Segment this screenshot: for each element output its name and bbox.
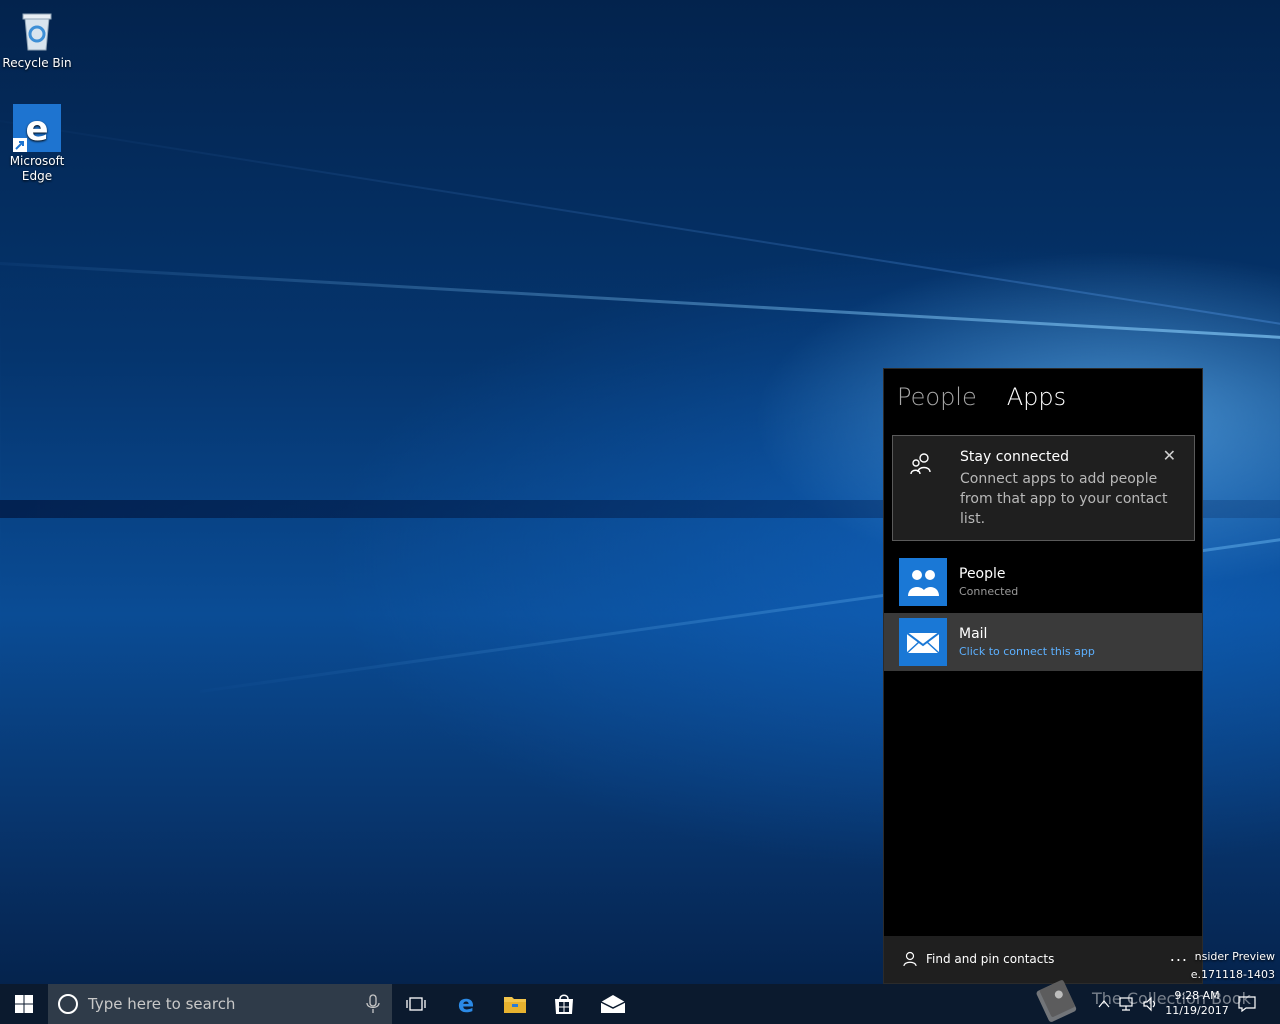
notice-body: Connect apps to add people from that app… bbox=[960, 471, 1168, 527]
wallpaper-beam bbox=[0, 262, 1280, 341]
desktop-icon-label: Microsoft Edge bbox=[9, 154, 65, 183]
wallpaper-beam bbox=[0, 120, 1280, 326]
taskbar-search-box[interactable]: Type here to search bbox=[48, 984, 392, 1024]
task-view-button[interactable] bbox=[392, 984, 440, 1024]
recycle-bin-icon bbox=[13, 6, 61, 54]
microphone-icon[interactable] bbox=[366, 994, 380, 1014]
stay-connected-notice: Stay connected Connect apps to add peopl… bbox=[892, 435, 1195, 541]
app-row-people[interactable]: People Connected bbox=[884, 553, 1202, 611]
people-app-icon bbox=[899, 558, 947, 606]
folder-icon bbox=[504, 997, 526, 1013]
app-status: Connected bbox=[959, 585, 1019, 598]
svg-text:e: e bbox=[458, 992, 474, 1016]
start-button[interactable] bbox=[0, 984, 48, 1024]
notice-title: Stay connected bbox=[960, 449, 1069, 465]
cortana-icon bbox=[58, 994, 78, 1014]
app-row-mail[interactable]: Mail Click to connect this app bbox=[884, 613, 1202, 671]
store-icon bbox=[555, 994, 573, 1014]
svg-text:e: e bbox=[25, 109, 48, 149]
tab-people[interactable]: People bbox=[897, 383, 977, 411]
mail-app-icon bbox=[899, 618, 947, 666]
notifications-icon[interactable] bbox=[1238, 996, 1256, 1013]
people-flyout: People Apps Stay connected Connect apps … bbox=[883, 368, 1203, 984]
taskbar-store-button[interactable] bbox=[540, 984, 588, 1024]
desktop-icon-label: Recycle Bin bbox=[2, 56, 72, 70]
app-name: People bbox=[959, 566, 1006, 582]
taskbar-file-explorer-button[interactable] bbox=[491, 984, 539, 1024]
volume-icon[interactable] bbox=[1142, 996, 1158, 1012]
more-options-button[interactable]: ... bbox=[1170, 946, 1188, 965]
build-watermark-line2: e.171118-1403 bbox=[1190, 968, 1275, 981]
taskbar-clock[interactable]: 9:28 AM 11/19/2017 bbox=[1162, 988, 1232, 1018]
find-and-pin-contacts-button[interactable]: Find and pin contacts bbox=[926, 952, 1054, 966]
clock-time: 9:28 AM bbox=[1174, 989, 1220, 1002]
build-watermark-line1: nsider Preview bbox=[1194, 950, 1275, 963]
task-view-icon bbox=[406, 997, 426, 1011]
desktop-icon-microsoft-edge[interactable]: e Microsoft Edge bbox=[1, 104, 73, 184]
show-hidden-icons-chevron-icon[interactable] bbox=[1096, 996, 1112, 1012]
app-name: Mail bbox=[959, 626, 988, 642]
app-connect-link[interactable]: Click to connect this app bbox=[959, 645, 1095, 658]
flyout-tabs: People Apps bbox=[897, 383, 1066, 411]
person-icon bbox=[902, 951, 918, 967]
taskbar-edge-button[interactable]: e bbox=[442, 984, 490, 1024]
taskbar: Type here to search e The Collection Boo… bbox=[0, 980, 1280, 1024]
network-icon[interactable] bbox=[1118, 996, 1134, 1012]
clock-date: 11/19/2017 bbox=[1165, 1004, 1229, 1017]
search-placeholder: Type here to search bbox=[88, 995, 236, 1013]
tab-apps[interactable]: Apps bbox=[1007, 383, 1066, 411]
taskbar-mail-button[interactable] bbox=[589, 984, 637, 1024]
close-icon[interactable]: ✕ bbox=[1163, 446, 1176, 465]
edge-icon: e bbox=[13, 104, 61, 152]
desktop-icon-recycle-bin[interactable]: Recycle Bin bbox=[1, 6, 73, 71]
people-outline-icon bbox=[909, 452, 933, 476]
mail-icon bbox=[600, 995, 626, 1013]
book-logo-icon bbox=[1030, 972, 1082, 1024]
windows-logo-icon bbox=[15, 995, 33, 1013]
edge-icon: e bbox=[458, 992, 474, 1016]
